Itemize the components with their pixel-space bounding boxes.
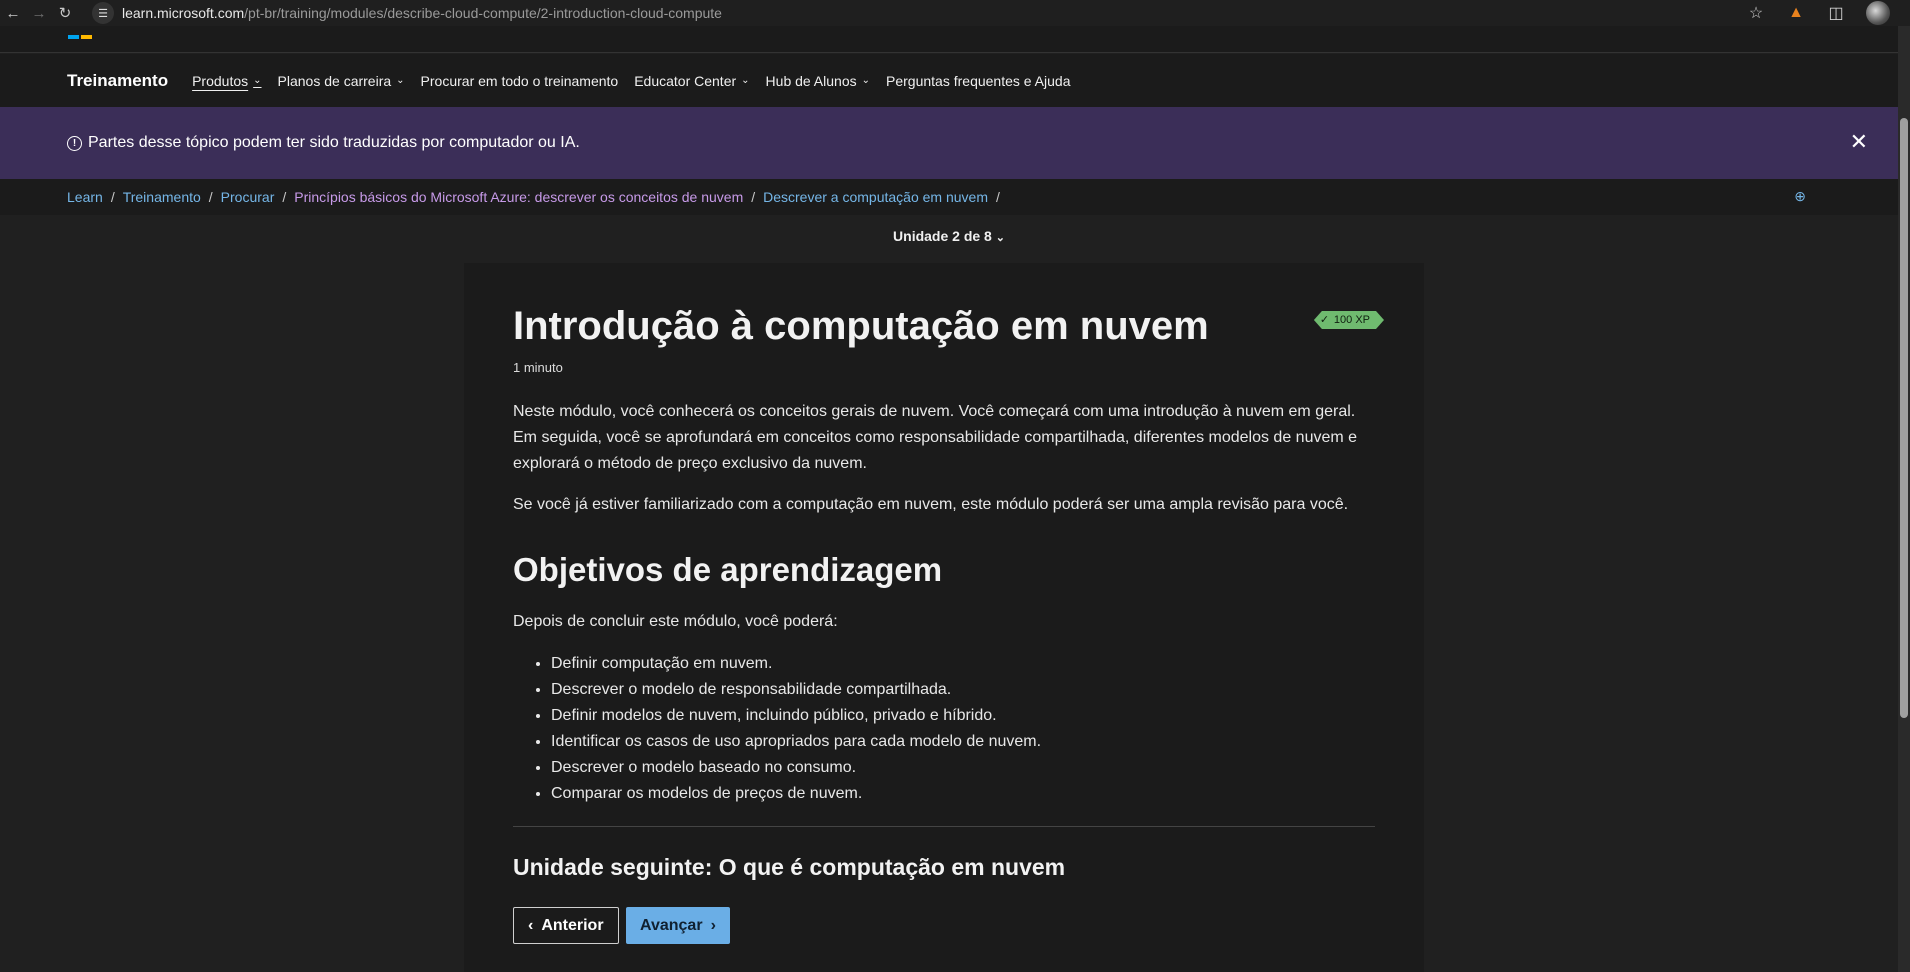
- site-info-icon[interactable]: ☰: [92, 2, 114, 24]
- list-item: Identificar os casos de uso apropriados …: [551, 729, 1041, 755]
- divider: [513, 826, 1375, 827]
- breadcrumb-learn[interactable]: Learn: [67, 189, 103, 205]
- unit-selector-label: Unidade 2 de 8: [893, 228, 992, 244]
- objectives-lead: Depois de concluir este módulo, você pod…: [513, 613, 838, 630]
- breadcrumb-separator: /: [996, 189, 1000, 205]
- xp-badge: ✓ 100 XP: [1314, 311, 1384, 329]
- nav-item-label: Produtos: [192, 72, 249, 89]
- extensions-icon[interactable]: ◫: [1816, 3, 1856, 23]
- previous-button[interactable]: ‹ Anterior: [513, 907, 619, 944]
- microsoft-logo-icon: [68, 35, 92, 39]
- objectives-heading: Objetivos de aprendizagem: [513, 551, 943, 588]
- nav-item-label: Educator Center: [634, 72, 737, 89]
- chevron-down-icon: ⌄: [861, 75, 871, 86]
- breadcrumb-path[interactable]: Princípios básicos do Microsoft Azure: d…: [294, 189, 743, 205]
- add-collection-icon[interactable]: ⊕: [1794, 188, 1806, 205]
- duration: 1 minuto: [513, 360, 563, 375]
- page-title: Introdução à computação em nuvem: [513, 304, 1209, 348]
- translation-banner: ! Partes desse tópico podem ter sido tra…: [0, 107, 1898, 179]
- chevron-right-icon: ›: [710, 916, 716, 934]
- breadcrumb-separator: /: [751, 189, 756, 205]
- nav-item-label: Planos de carreira: [277, 72, 392, 89]
- objectives-list: Definir computação em nuvem. Descrever o…: [551, 651, 1041, 807]
- address-bar[interactable]: ☰ learn.microsoft.com/pt-br/training/mod…: [92, 2, 722, 24]
- chevron-left-icon: ‹: [528, 916, 534, 934]
- breadcrumb-separator: /: [110, 189, 115, 205]
- banner-text: Partes desse tópico podem ter sido tradu…: [88, 134, 580, 151]
- nav-item-label: Procurar em todo o treinamento: [420, 72, 619, 89]
- info-icon: !: [67, 135, 82, 151]
- chevron-down-icon: ⌄: [396, 75, 405, 86]
- nav-item-produtos[interactable]: Produtos ⌄: [192, 73, 261, 89]
- url-path: /pt-br/training/modules/describe-cloud-c…: [244, 5, 722, 21]
- breadcrumb-treinamento[interactable]: Treinamento: [123, 189, 201, 205]
- xp-label: 100 XP: [1333, 314, 1370, 326]
- chevron-down-icon: ⌄: [995, 232, 1005, 244]
- breadcrumb-module[interactable]: Descrever a computação em nuvem: [763, 189, 988, 205]
- chevron-down-icon: ⌄: [253, 75, 262, 86]
- breadcrumb-procurar[interactable]: Procurar: [221, 189, 275, 205]
- previous-button-label: Anterior: [541, 916, 604, 934]
- browser-toolbar: ← → ↻ ☰ learn.microsoft.com/pt-br/traini…: [0, 0, 1910, 26]
- back-icon[interactable]: ←: [0, 0, 26, 26]
- breadcrumb-separator: /: [208, 189, 213, 205]
- close-icon[interactable]: ✕: [1850, 129, 1868, 155]
- intro-paragraph-1: Neste módulo, você conhecerá os conceito…: [513, 403, 1358, 472]
- list-item: Descrever o modelo de responsabilidade c…: [551, 677, 1041, 703]
- metamask-extension-icon[interactable]: ▲: [1776, 4, 1816, 22]
- reload-icon[interactable]: ↻: [52, 0, 78, 26]
- chevron-down-icon: ⌄: [741, 75, 750, 86]
- next-unit-heading: Unidade seguinte: O que é computação em …: [513, 854, 1066, 880]
- site-header: [0, 26, 1898, 53]
- list-item: Descrever o modelo baseado no consumo.: [551, 755, 1041, 781]
- next-button[interactable]: Avançar ›: [626, 907, 730, 944]
- list-item: Definir computação em nuvem.: [551, 651, 1041, 677]
- unit-selector[interactable]: Unidade 2 de 8 ⌄: [0, 228, 1898, 244]
- content-card: ✓ 100 XP Introdução à computação em nuvem…: [464, 263, 1424, 972]
- nav-item-faq[interactable]: Perguntas frequentes e Ajuda: [886, 73, 1070, 89]
- url-host: learn.microsoft.com: [122, 5, 245, 21]
- check-icon: ✓: [1319, 314, 1330, 326]
- scrollbar-thumb[interactable]: [1900, 118, 1908, 718]
- nav-item-procurar[interactable]: Procurar em todo o treinamento: [421, 73, 619, 89]
- scrollbar[interactable]: [1898, 26, 1910, 972]
- nav-item-planos[interactable]: Planos de carreira ⌄: [278, 73, 405, 89]
- forward-icon[interactable]: →: [26, 0, 52, 26]
- top-navigation: Treinamento Produtos ⌄ Planos de carreira…: [0, 54, 1898, 107]
- breadcrumb: Learn / Treinamento / Procurar / Princípios…: [0, 179, 1898, 215]
- intro-paragraph-2: Se você já estiver familiarizado com a c…: [513, 496, 1349, 513]
- nav-item-label: Perguntas frequentes e Ajuda: [886, 72, 1071, 89]
- nav-item-label: Hub de Alunos: [765, 72, 857, 89]
- bookmark-star-icon[interactable]: ☆: [1736, 3, 1776, 23]
- next-button-label: Avançar: [640, 916, 703, 934]
- list-item: Definir modelos de nuvem, incluindo públ…: [551, 703, 1041, 729]
- list-item: Comparar os modelos de preços de nuvem.: [551, 781, 1041, 807]
- breadcrumb-separator: /: [282, 189, 287, 205]
- nav-item-hub[interactable]: Hub de Alunos ⌄: [766, 73, 870, 89]
- nav-brand[interactable]: Treinamento: [67, 71, 168, 91]
- profile-avatar[interactable]: [1866, 1, 1890, 25]
- nav-item-educator[interactable]: Educator Center ⌄: [634, 73, 749, 89]
